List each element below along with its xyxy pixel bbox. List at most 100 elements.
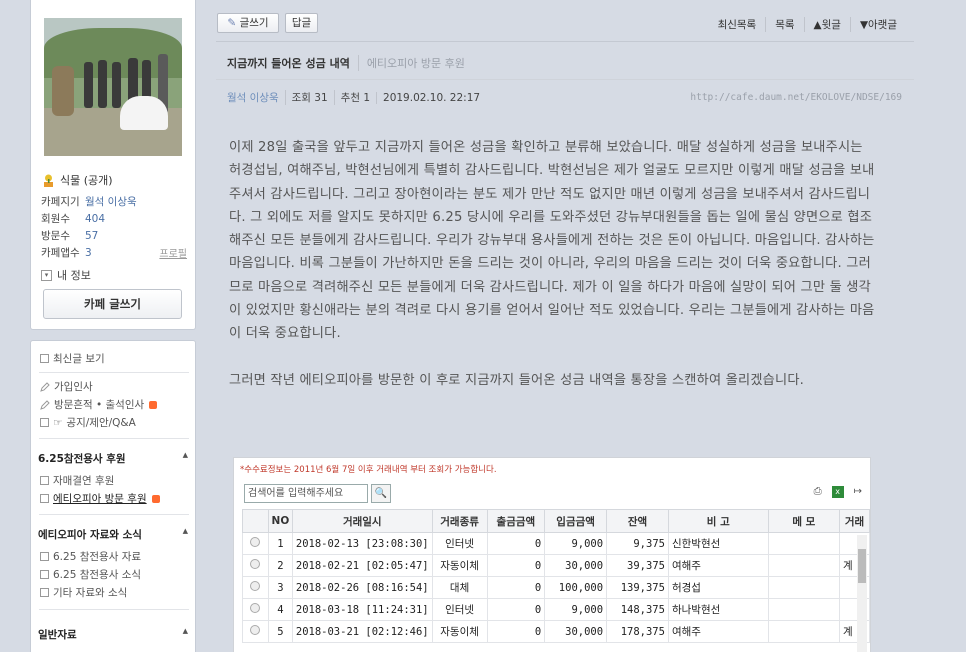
collapse-icon[interactable]: ▲ bbox=[183, 451, 188, 466]
write-post-button[interactable]: ✎ 글쓰기 bbox=[217, 13, 279, 33]
visit-count: 57 bbox=[85, 229, 99, 242]
table-cell bbox=[242, 554, 269, 577]
header-cell: NO bbox=[267, 509, 293, 533]
my-info-label: 내 정보 bbox=[57, 269, 91, 282]
menu-veteran-news[interactable]: 6.25 참전용사 소식 bbox=[40, 567, 141, 582]
table-cell: 자동이체 bbox=[431, 554, 488, 577]
table-cell: 2018-02-13 [23:08:30] bbox=[291, 532, 433, 555]
statement-scrollbar bbox=[857, 535, 867, 652]
menu-other-news[interactable]: 기타 자료와 소식 bbox=[40, 585, 127, 600]
table-cell bbox=[242, 532, 269, 555]
table-cell: 인터넷 bbox=[431, 532, 488, 555]
post-title: 지금까지 들어온 성금 내역 bbox=[227, 57, 350, 70]
cafe-level-text: 식물 (공개) bbox=[60, 174, 113, 187]
table-cell: 5 bbox=[267, 620, 293, 643]
collapse-icon[interactable]: ▲ bbox=[183, 527, 188, 542]
divider bbox=[216, 41, 914, 42]
board-icon bbox=[40, 494, 49, 503]
table-cell: 인터넷 bbox=[431, 598, 488, 621]
post-paragraph: 그러면 작년 에티오피아를 방문한 이 후로 지금까지 들어온 성금 내역을 통… bbox=[229, 372, 805, 388]
table-cell: 여해주 bbox=[667, 620, 769, 643]
profile-link[interactable]: 프로필 bbox=[159, 245, 187, 260]
table-cell bbox=[242, 620, 269, 643]
table-cell bbox=[242, 576, 269, 599]
list-link[interactable]: 목록 bbox=[765, 17, 803, 32]
menu-notice[interactable]: ☞ 공지/제안/Q&A bbox=[40, 415, 136, 430]
row-radio bbox=[250, 537, 261, 547]
menu-visit-log[interactable]: 방문흔적 • 출석인사 bbox=[40, 397, 158, 412]
search-icon: 🔍 bbox=[371, 484, 391, 503]
divider bbox=[39, 372, 189, 373]
board-name-link[interactable]: 에티오피아 방문 후원 bbox=[357, 55, 465, 71]
cafe-profile-image[interactable] bbox=[44, 18, 182, 156]
menu-veteran-data[interactable]: 6.25 참전용사 자료 bbox=[40, 549, 141, 564]
prev-post-link[interactable]: ▲윗글 bbox=[803, 17, 850, 32]
divider bbox=[39, 609, 189, 610]
info-row-apps: 카페앱수 3 프로필 bbox=[41, 244, 187, 261]
statement-search-input: 검색어를 입력해주세요 bbox=[244, 484, 368, 503]
menu-sister-sponsor[interactable]: 자매결연 후원 bbox=[40, 473, 114, 488]
menu-label: 자매결연 후원 bbox=[53, 475, 115, 487]
manager-link[interactable]: 월석 이상욱 bbox=[85, 194, 137, 209]
menu-ethiopia-visit[interactable]: 에티오피아 방문 후원 bbox=[40, 491, 160, 506]
reply-button[interactable]: 답글 bbox=[285, 13, 318, 33]
table-cell: 148,375 bbox=[606, 598, 669, 621]
board-icon bbox=[40, 570, 49, 579]
post-date: 2019.02.10. 22:17 bbox=[376, 91, 486, 104]
table-cell: 30,000 bbox=[544, 554, 608, 577]
table-cell: 9,000 bbox=[544, 532, 608, 555]
header-cell: 거래종류 bbox=[431, 509, 488, 533]
bank-statement-image: *수수료정보는 2011년 6월 7일 이후 거래내역 부터 조회가 가능합니다… bbox=[233, 457, 871, 652]
menu-section-ethiopia[interactable]: 에티오피아 자료와 소식 ▲ bbox=[38, 527, 188, 542]
header-cell: 메 모 bbox=[767, 509, 841, 533]
board-icon bbox=[40, 418, 49, 427]
info-label: 카페앱수 bbox=[41, 247, 80, 259]
table-cell: 100,000 bbox=[544, 576, 608, 599]
table-cell: 2018-02-26 [08:16:54] bbox=[291, 576, 433, 599]
member-count[interactable]: 404 bbox=[85, 213, 105, 225]
cafe-write-button[interactable]: 카페 글쓰기 bbox=[43, 289, 182, 319]
table-cell: 39,375 bbox=[606, 554, 669, 577]
post-body: 이제 28일 출국을 앞두고 지금까지 들어온 성금을 확인하고 분류해 보았습… bbox=[229, 136, 875, 415]
print-icon: ⎙ bbox=[813, 486, 822, 497]
statement-tools: ⎙ x ↦ bbox=[814, 486, 862, 498]
row-radio bbox=[250, 625, 261, 635]
collapse-icon[interactable]: ▲ bbox=[183, 627, 188, 642]
menu-latest-posts[interactable]: 최신글 보기 bbox=[40, 351, 105, 366]
info-label: 방문수 bbox=[41, 230, 70, 242]
post-url[interactable]: http://cafe.daum.net/EKOLOVE/NDSE/169 bbox=[690, 92, 902, 103]
menu-section-sponsor[interactable]: 6.25참전용사 후원 ▲ bbox=[38, 451, 188, 466]
table-row: 1 2018-02-13 [23:08:30] 인터넷 0 9,000 9,37… bbox=[242, 532, 870, 555]
cafe-level: 식물 (공개) bbox=[41, 172, 113, 188]
plant-icon bbox=[44, 174, 53, 187]
table-cell bbox=[767, 532, 841, 555]
table-cell: 0 bbox=[486, 576, 546, 599]
latest-list-link[interactable]: 최신목록 bbox=[709, 17, 766, 32]
row-radio bbox=[250, 559, 261, 569]
my-info-toggle[interactable]: ▾ 내 정보 bbox=[41, 267, 91, 283]
divider bbox=[216, 79, 914, 80]
table-cell: 178,375 bbox=[606, 620, 669, 643]
table-cell bbox=[767, 620, 841, 643]
table-cell: 2018-03-21 [02:12:46] bbox=[291, 620, 433, 643]
post-title-row: 지금까지 들어온 성금 내역 에티오피아 방문 후원 bbox=[227, 55, 465, 71]
header-cell: 잔액 bbox=[606, 509, 669, 533]
pen-icon bbox=[40, 399, 50, 410]
app-count: 3 bbox=[85, 246, 92, 259]
cafe-profile-panel: 식물 (공개) 카페지기 월석 이상욱 회원수 404 방문수 57 카페앱수 … bbox=[30, 0, 196, 330]
next-post-link[interactable]: ▼아랫글 bbox=[849, 17, 906, 32]
info-row-members: 회원수 404 bbox=[41, 210, 187, 227]
table-row: 4 2018-03-18 [11:24:31] 인터넷 0 9,000 148,… bbox=[242, 598, 870, 621]
divider bbox=[39, 514, 189, 515]
transaction-table: NO 거래일시 거래종류 출금금액 입금금액 잔액 비 고 메 모 거래 1 2… bbox=[242, 509, 870, 643]
list-icon bbox=[40, 354, 49, 363]
menu-greeting[interactable]: 가입인사 bbox=[40, 379, 93, 394]
menu-section-general[interactable]: 일반자료 ▲ bbox=[38, 627, 188, 642]
author-link[interactable]: 월석 이상욱 bbox=[227, 90, 285, 105]
table-cell bbox=[767, 598, 841, 621]
menu-label: 에티오피아 방문 후원 bbox=[53, 493, 147, 505]
expand-icon: ↦ bbox=[853, 486, 862, 497]
table-cell: 2018-02-21 [02:05:47] bbox=[291, 554, 433, 577]
table-cell: 30,000 bbox=[544, 620, 608, 643]
board-icon bbox=[40, 588, 49, 597]
